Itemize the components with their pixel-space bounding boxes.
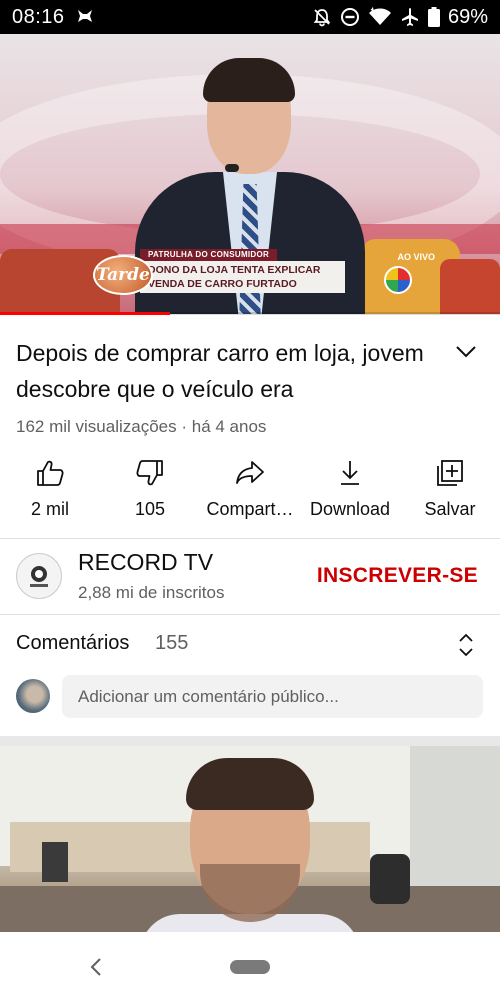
battery-icon xyxy=(427,7,440,27)
lower-third-headline: DONO DA LOJA TENTA EXPLICAR VENDA DE CAR… xyxy=(140,261,345,293)
channel-subscribers: 2,88 mi de inscritos xyxy=(78,583,225,602)
status-time: 08:16 xyxy=(12,5,65,28)
divider xyxy=(0,614,500,615)
channel-avatar[interactable] xyxy=(16,553,62,599)
download-button[interactable]: Download xyxy=(300,455,400,530)
save-button[interactable]: Salvar xyxy=(400,455,500,530)
action-bar: 2 mil 105 Compart… Download Salvar xyxy=(0,455,500,530)
video-title[interactable]: Depois de comprar carro em loja, jovem d… xyxy=(16,335,436,407)
record-tv-logo-icon xyxy=(30,566,48,587)
home-pill-icon[interactable] xyxy=(230,960,270,974)
comments-header[interactable]: Comentários xyxy=(16,632,129,655)
video-progress-bar[interactable] xyxy=(0,312,500,315)
comment-input[interactable]: Adicionar um comentário público... xyxy=(62,675,483,718)
video-progress-fill xyxy=(0,312,170,315)
like-count: 2 mil xyxy=(30,499,69,519)
chevron-down-icon xyxy=(456,346,476,358)
bell-off-icon xyxy=(312,7,332,27)
share-button[interactable]: Compart… xyxy=(200,455,300,530)
dislike-button[interactable]: 105 xyxy=(100,455,200,530)
share-label: Compart… xyxy=(206,499,294,519)
system-nav-bar xyxy=(0,932,500,1000)
expand-description-button[interactable] xyxy=(452,338,480,366)
status-bar: 08:16 69% xyxy=(0,0,500,34)
next-video-thumbnail[interactable] xyxy=(0,746,500,932)
expand-comments-icon[interactable] xyxy=(456,632,476,658)
wifi-icon xyxy=(368,7,392,27)
back-icon[interactable] xyxy=(86,956,106,978)
section-separator xyxy=(0,736,500,746)
video-meta: 162 mil visualizações · há 4 anos xyxy=(16,417,267,436)
lower-third-kicker: PATRULHA DO CONSUMIDOR xyxy=(140,249,278,261)
user-avatar xyxy=(16,679,50,713)
download-icon xyxy=(337,455,363,491)
show-logo: Tarde xyxy=(93,255,153,295)
download-label: Download xyxy=(309,499,391,519)
channel-name[interactable]: RECORD TV xyxy=(78,549,213,576)
save-label: Salvar xyxy=(424,499,476,519)
thumbs-up-icon xyxy=(35,455,65,491)
live-label: AO VIVO xyxy=(397,252,435,262)
notification-app-icon xyxy=(75,8,95,26)
battery-percentage: 69% xyxy=(447,5,488,28)
subscribe-button[interactable]: INSCREVER-SE xyxy=(317,564,478,588)
airplane-icon xyxy=(400,7,420,27)
divider xyxy=(0,538,500,539)
record-logo-icon xyxy=(384,266,412,294)
thumbs-down-icon xyxy=(135,455,165,491)
like-button[interactable]: 2 mil xyxy=(0,455,100,530)
save-playlist-icon xyxy=(435,455,465,491)
dislike-count: 105 xyxy=(134,499,166,519)
do-not-disturb-icon xyxy=(340,7,360,27)
share-icon xyxy=(234,455,266,491)
video-player[interactable]: PATRULHA DO CONSUMIDOR DONO DA LOJA TENT… xyxy=(0,34,500,314)
comments-count: 155 xyxy=(155,632,189,654)
